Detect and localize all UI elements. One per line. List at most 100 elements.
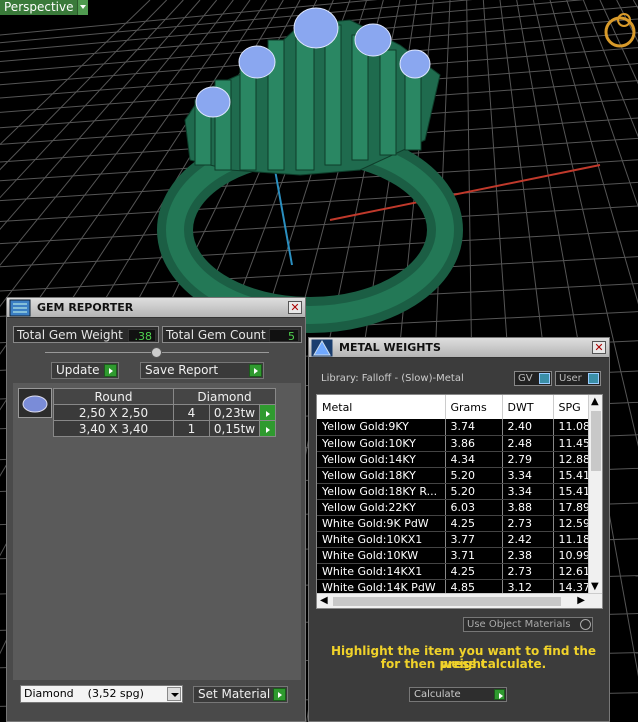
metal-cell-grams: 4.25	[445, 515, 503, 532]
metal-cell-grams: 3.71	[445, 547, 503, 564]
material-select[interactable]: Diamond (3,52 spg)	[20, 685, 183, 703]
metal-cell-dwt: 2.48	[502, 435, 554, 452]
user-toggle-knob	[588, 373, 599, 384]
col-dwt[interactable]: DWT	[502, 395, 554, 419]
metal-row[interactable]: Yellow Gold:9KY 3.74 2.40 11.08	[317, 419, 600, 436]
metal-cell-grams: 3.74	[445, 419, 503, 436]
set-material-go-icon	[273, 688, 286, 701]
total-gem-count-value: 5	[269, 329, 299, 343]
metal-row[interactable]: Yellow Gold:18KY 5.20 3.34 15.41	[317, 467, 600, 484]
set-material-button[interactable]: Set Material	[193, 686, 288, 703]
metal-cell-dwt: 2.73	[502, 515, 554, 532]
gv-toggle-knob	[539, 373, 550, 384]
update-go-icon	[104, 364, 117, 377]
calculate-go-icon	[494, 689, 505, 700]
calculate-button-label: Calculate	[414, 689, 461, 700]
viewport-menu-button[interactable]	[77, 0, 88, 15]
metal-row[interactable]: White Gold:10KW 3.71 2.38 10.99	[317, 547, 600, 564]
metal-cell-grams: 4.34	[445, 451, 503, 468]
metal-cell-grams: 5.20	[445, 467, 503, 484]
metal-cell-metal: White Gold:10KX1	[317, 531, 446, 548]
scroll-down-icon[interactable]: ▼	[591, 582, 599, 592]
metal-cell-dwt: 2.40	[502, 419, 554, 436]
save-report-button-label: Save Report	[145, 363, 219, 377]
save-report-go-icon	[249, 364, 262, 377]
material-select-value: Diamond (3,52 spg)	[24, 687, 144, 700]
metal-cell-dwt: 3.34	[502, 483, 554, 500]
total-gem-count-field: Total Gem Count 5	[162, 326, 302, 343]
metal-row[interactable]: White Gold:10KX1 3.77 2.42 11.18	[317, 531, 600, 548]
metal-row[interactable]: White Gold:9K PdW 4.25 2.73 12.59	[317, 515, 600, 532]
gem-table: Round Diamond 2,50 X 2,50 4 0,23tw 3,40 …	[53, 388, 276, 437]
vertical-scroll-thumb[interactable]	[591, 411, 601, 471]
metal-cell-metal: Yellow Gold:22KY	[317, 499, 446, 516]
gem-weight: 0,23tw	[209, 404, 260, 421]
metal-weights-table[interactable]: Metal Grams DWT SPG Yellow Gold:9KY 3.74 2…	[316, 394, 603, 609]
metal-cell-metal: White Gold:10KW	[317, 547, 446, 564]
scroll-right-icon[interactable]: ▶	[577, 596, 585, 606]
metal-row[interactable]: Yellow Gold:10KY 3.86 2.48 11.45	[317, 435, 600, 452]
gem-reporter-titlebar[interactable]: GEM REPORTER ✕	[7, 298, 305, 318]
scroll-up-icon[interactable]: ▲	[591, 397, 599, 407]
calculate-button[interactable]: Calculate	[409, 687, 507, 702]
scroll-left-icon[interactable]: ◀	[320, 596, 328, 606]
save-report-button[interactable]: Save Report	[140, 362, 264, 379]
gem-count: 4	[173, 404, 210, 421]
metal-weights-titlebar[interactable]: METAL WEIGHTS ✕	[309, 338, 609, 358]
metal-cell-dwt: 2.79	[502, 451, 554, 468]
gem-list-area: Round Diamond 2,50 X 2,50 4 0,23tw 3,40 …	[13, 383, 301, 680]
gem-col-diamond: Diamond	[173, 388, 276, 405]
gem-weight: 0,15tw	[209, 420, 260, 437]
user-toggle[interactable]: User	[555, 371, 601, 386]
col-metal[interactable]: Metal	[317, 395, 446, 419]
library-label: Library: Falloff - (Slow)-Metal	[321, 373, 464, 384]
total-gem-weight-field: Total Gem Weight .38	[13, 326, 159, 343]
metal-table: Metal Grams DWT SPG Yellow Gold:9KY 3.74 2…	[317, 395, 600, 596]
metal-cell-metal: Yellow Gold:18KY	[317, 467, 446, 484]
hint-line-2: for then press calculate.	[380, 657, 547, 671]
navigation-ring-icon[interactable]	[604, 13, 636, 48]
metal-cell-grams: 3.86	[445, 435, 503, 452]
metal-cell-grams: 3.77	[445, 531, 503, 548]
metal-cell-dwt: 3.88	[502, 499, 554, 516]
gem-row-go-button[interactable]	[259, 404, 276, 421]
metal-row[interactable]: Yellow Gold:22KY 6.03 3.88 17.89	[317, 499, 600, 516]
col-grams[interactable]: Grams	[445, 395, 503, 419]
metal-weights-panel: METAL WEIGHTS ✕ Library: Falloff - (Slow…	[308, 337, 610, 722]
gem-reporter-panel: GEM REPORTER ✕ Total Gem Weight .38 Tota…	[6, 297, 306, 722]
viewport-label[interactable]: Perspective	[0, 0, 78, 15]
gv-toggle-label: GV	[518, 373, 533, 384]
gem-row[interactable]: 2,50 X 2,50 4 0,23tw	[53, 404, 276, 421]
round-diamond-icon[interactable]	[18, 388, 52, 418]
panel-slider[interactable]	[45, 347, 269, 359]
horizontal-scroll-thumb[interactable]	[333, 597, 561, 606]
gem-reporter-title: GEM REPORTER	[37, 301, 134, 314]
gem-reporter-close-button[interactable]: ✕	[288, 301, 302, 314]
vertical-scrollbar[interactable]: ▲ ▼	[588, 395, 602, 594]
gv-toggle[interactable]: GV	[514, 371, 552, 386]
gem-row-go-button[interactable]	[259, 420, 276, 437]
metal-row[interactable]: Yellow Gold:18KY R... 5.20 3.34 15.41	[317, 483, 600, 500]
total-gem-count-label: Total Gem Count	[166, 328, 266, 342]
metal-cell-metal: Yellow Gold:14KY	[317, 451, 446, 468]
use-object-materials-checkbox[interactable]: Use Object Materials	[463, 617, 593, 632]
metal-row[interactable]: White Gold:14KX1 4.25 2.73 12.61	[317, 563, 600, 580]
gem-size: 3,40 X 3,40	[53, 420, 174, 437]
horizontal-scrollbar[interactable]: ◀ ▶	[317, 593, 602, 608]
metal-cell-dwt: 3.34	[502, 467, 554, 484]
total-gem-weight-value: .38	[128, 329, 156, 343]
gem-size: 2,50 X 2,50	[53, 404, 174, 421]
metal-cell-grams: 6.03	[445, 499, 503, 516]
user-toggle-label: User	[559, 373, 582, 384]
gem-row[interactable]: 3,40 X 3,40 1 0,15tw	[53, 420, 276, 437]
metal-weights-title: METAL WEIGHTS	[339, 341, 441, 354]
metal-cell-dwt: 2.42	[502, 531, 554, 548]
update-button[interactable]: Update	[51, 362, 119, 379]
gem-reporter-icon	[9, 299, 31, 317]
metal-row[interactable]: Yellow Gold:14KY 4.34 2.79 12.88	[317, 451, 600, 468]
metal-cell-grams: 4.25	[445, 563, 503, 580]
metal-weights-icon	[311, 339, 333, 357]
update-button-label: Update	[56, 363, 100, 377]
metal-weights-close-button[interactable]: ✕	[592, 341, 606, 354]
metal-cell-metal: Yellow Gold:18KY R...	[317, 483, 446, 500]
